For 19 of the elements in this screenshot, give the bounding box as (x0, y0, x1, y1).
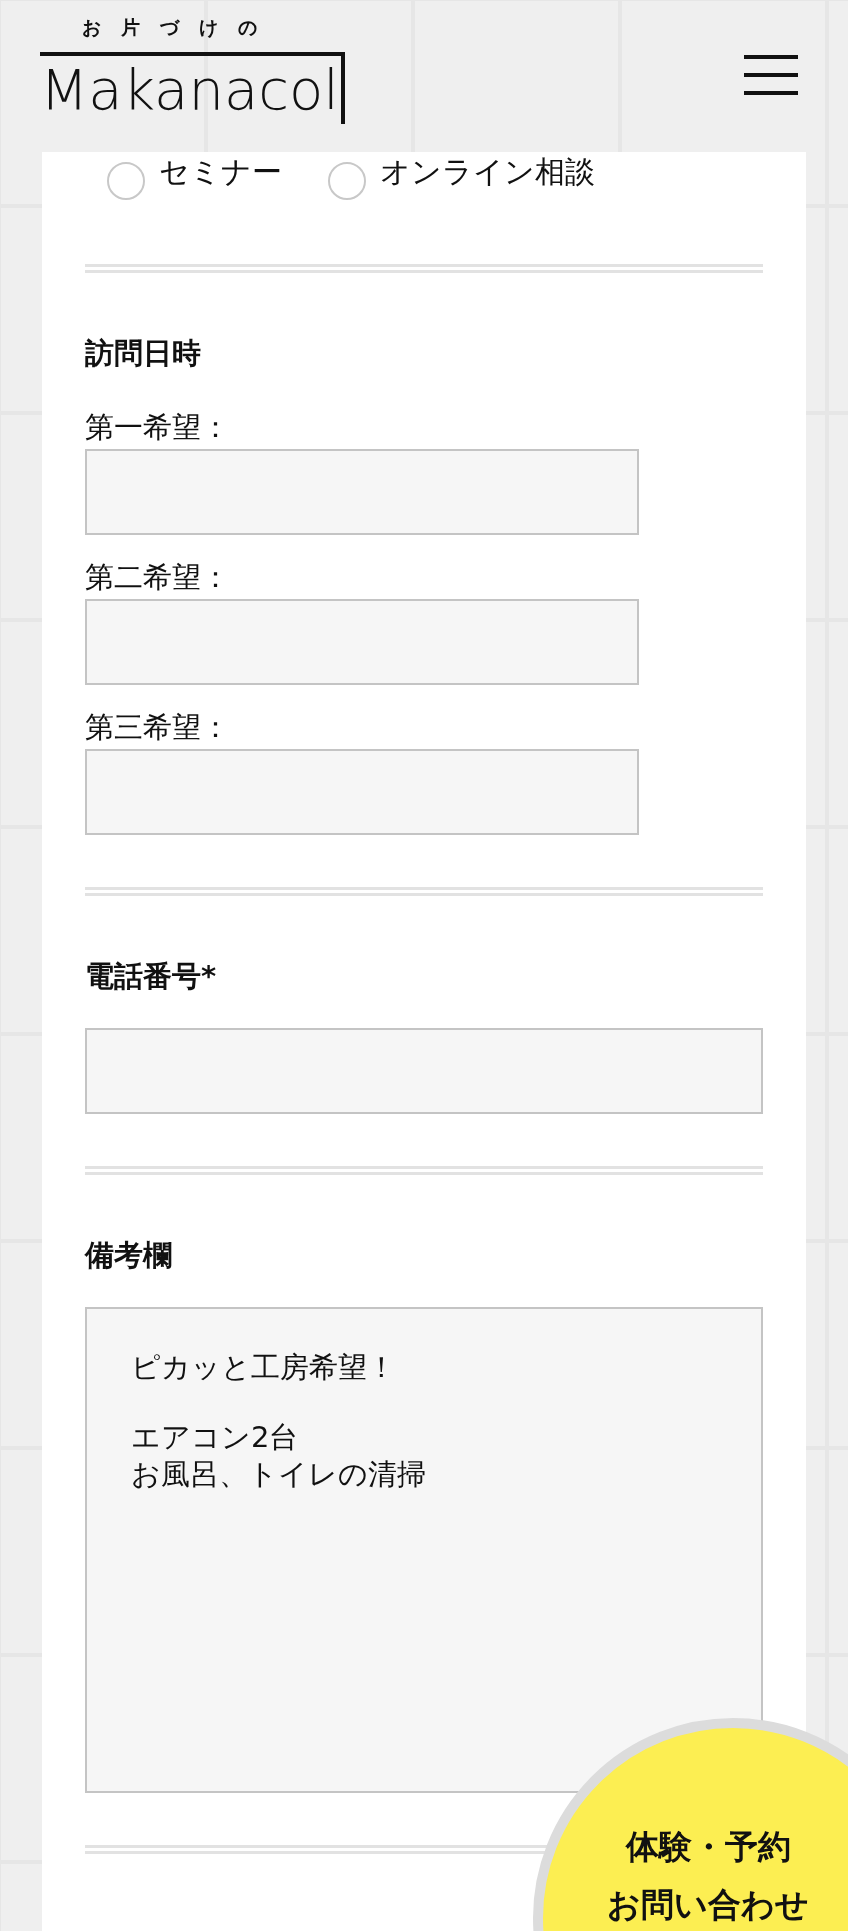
radio-option[interactable]: オンライン相談 (328, 152, 595, 264)
radio-button[interactable] (328, 162, 366, 200)
section-title: 電話番号* (85, 958, 218, 995)
field-label: 第一希望： (85, 409, 231, 446)
input-field[interactable] (85, 599, 639, 685)
logo-tagline: お片づけの (81, 15, 278, 40)
radio-option[interactable]: セミナー (107, 152, 282, 264)
input-field[interactable] (85, 449, 639, 535)
menu-icon[interactable] (744, 55, 798, 95)
input-field[interactable] (85, 749, 639, 835)
text-area[interactable]: ピカッと工房希望！ エアコン2台 お風呂、トイレの清掃 (85, 1307, 763, 1793)
section-title: 備考欄 (85, 1237, 173, 1274)
logo[interactable]: お片づけの Makanacol (40, 14, 345, 124)
input-field[interactable] (85, 1028, 763, 1114)
field-label: 第二希望： (85, 559, 231, 596)
logo-wordmark: Makanacol (40, 52, 345, 124)
section-title: 訪問日時 (85, 335, 202, 372)
field-label: 第三希望： (85, 709, 231, 746)
radio-button[interactable] (107, 162, 145, 200)
